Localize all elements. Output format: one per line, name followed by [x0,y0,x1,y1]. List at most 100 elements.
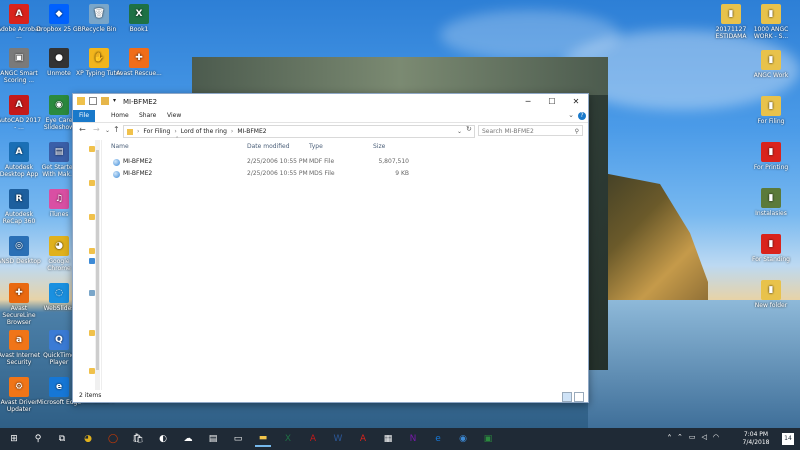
forward-arrow-icon[interactable]: → [93,125,100,134]
notification-badge[interactable]: 14 [782,433,794,445]
taskbar-chrome-icon[interactable]: ◕ [80,431,96,447]
app-icon: ◎ [9,236,29,256]
desktop-icon[interactable]: ▮ For Filing [748,96,794,125]
file-icon: ▮ [721,4,741,24]
chevron-down-icon[interactable]: ▾ [113,97,116,105]
file-row[interactable]: MI-BFME2 2/25/2006 10:55 PM MDS File 9 K… [111,169,441,179]
scrollbar-thumb[interactable] [96,150,99,370]
taskbar-calculator-icon[interactable]: ▦ [380,431,396,447]
file-icon: ▮ [761,50,781,70]
wifi-icon[interactable]: ◠ [713,433,719,441]
desktop-icon[interactable]: ✚ Avast Rescue... [116,48,162,77]
app-icon: ✚ [9,283,29,303]
file-row[interactable]: MI-BFME2 2/25/2006 10:55 PM MDF File 5,8… [111,157,441,167]
taskbar-office-icon[interactable]: ◯ [105,431,121,447]
system-tray: ᴬ ⌃ ▭ ◁ ◠ [668,433,719,441]
desktop-icon[interactable]: ▮ Instalasies [748,188,794,217]
breadcrumb-item[interactable]: For Filing [143,128,170,135]
desktop-icon-label: Avast Rescue... [116,70,162,77]
search-input[interactable]: Search MI-BFME2 ⚲ [478,125,583,136]
breadcrumb-separator: › [174,128,177,135]
file-size: 5,807,510 [378,158,409,165]
status-bar: 2 items [73,390,588,402]
item-count: 2 items [79,392,102,399]
taskbar-disc-tool-icon[interactable]: ◉ [455,431,471,447]
file-name: MI-BFME2 [123,170,153,177]
sea-wallpaper [588,300,800,428]
task-view-icon[interactable]: ⧉ [54,431,70,447]
maximize-button[interactable]: ☐ [540,94,564,110]
app-icon: R [9,189,29,209]
desktop-icon[interactable]: ▮ ANGC Work [748,50,794,79]
details-view-icon[interactable] [562,392,572,402]
address-row: ← → ⌄ ↑ › For Filing › Lord of the ring … [73,123,588,139]
taskbar-edge-icon[interactable]: e [430,431,446,447]
app-icon: A [9,142,29,162]
search-icon[interactable]: ⚲ [30,431,46,447]
app-icon: ◕ [49,236,69,256]
taskbar-store-icon[interactable]: 🛍 [130,431,146,447]
network-icon[interactable]: ▭ [689,433,696,441]
taskbar-photos-icon[interactable]: ▤ [205,431,221,447]
navigation-pane[interactable] [73,140,102,390]
app-icon: ◌ [49,283,69,303]
column-header-name[interactable]: Name [111,143,129,150]
taskbar-excel-icon[interactable]: X [280,431,296,447]
taskbar-file-explorer-icon[interactable]: ▬ [255,431,271,447]
folder-icon[interactable] [77,97,85,105]
chevron-down-icon[interactable]: ⌄ [457,128,462,135]
taskbar-cloud-icon[interactable]: ☁ [180,431,196,447]
clock[interactable]: 7:04 PM 7/4/2018 [738,431,774,447]
tab-file[interactable]: File [73,110,95,122]
app-icon: ◉ [49,95,69,115]
file-type: MDS File [309,170,335,177]
expand-ribbon-icon[interactable]: ⌄ [568,111,574,119]
taskbar-app-icon[interactable]: ▣ [480,431,496,447]
taskbar-screen-icon[interactable]: ▭ [230,431,246,447]
file-icon: ▮ [761,4,781,24]
taskbar-acrobat-icon[interactable]: A [355,431,371,447]
breadcrumb-separator: › [137,128,140,135]
app-icon: ◆ [49,4,69,24]
minimize-button[interactable]: ─ [516,94,540,110]
desktop-icon-label: For Standing [751,256,790,263]
app-icon: e [49,377,69,397]
up-arrow-icon[interactable]: ↑ [113,125,120,134]
column-header-date[interactable]: Date modified [247,143,290,150]
checkbox-icon[interactable] [89,97,97,105]
folder-icon[interactable] [101,97,109,105]
desktop-icon[interactable]: ▮ 1000 ANGC WORK - S... [748,4,794,40]
app-icon: Q [49,330,69,350]
desktop-icon[interactable]: X Book1 [116,4,162,33]
windows-start-icon[interactable]: ⊞ [6,431,22,447]
close-button[interactable]: ✕ [564,94,588,110]
back-arrow-icon[interactable]: ← [79,125,86,134]
large-icons-view-icon[interactable] [574,392,584,402]
taskbar-word-icon[interactable]: W [330,431,346,447]
recent-locations-icon[interactable]: ⌄ [105,127,110,134]
file-date: 2/25/2006 10:55 PM [247,158,308,165]
breadcrumb-item[interactable]: MI-BFME2 [237,128,266,135]
volume-icon[interactable]: ◁ [702,433,707,441]
disc-image-icon [113,171,120,178]
file-explorer-window[interactable]: ▾ MI-BFME2 ─ ☐ ✕ File Home Share View ⌄ … [72,93,589,403]
app-icon: 🗑 [89,4,109,24]
taskbar-autocad-icon[interactable]: A [305,431,321,447]
chevron-up-icon[interactable]: ⌃ [677,433,683,441]
taskbar-unknown-icon[interactable]: ◐ [155,431,171,447]
refresh-icon[interactable]: ↻ [466,125,472,133]
title-bar[interactable]: ▾ MI-BFME2 ─ ☐ ✕ [73,94,588,110]
taskbar-onenote-icon[interactable]: N [405,431,421,447]
view-toggle [562,392,584,402]
desktop-icon[interactable]: ▮ For Standing [748,234,794,263]
clock-date: 7/4/2018 [742,439,770,446]
column-header-type[interactable]: Type [309,143,323,150]
desktop-icon[interactable]: ▮ New folder [748,280,794,309]
column-header-size[interactable]: Size [373,143,385,150]
desktop-icon[interactable]: ▮ For Printing [748,142,794,171]
people-icon[interactable]: ᴬ [668,433,671,441]
help-icon[interactable]: ? [578,112,586,120]
tab-view[interactable]: View [159,110,189,122]
breadcrumb-item[interactable]: Lord of the ring [181,128,227,135]
file-name: MI-BFME2 [123,158,153,165]
